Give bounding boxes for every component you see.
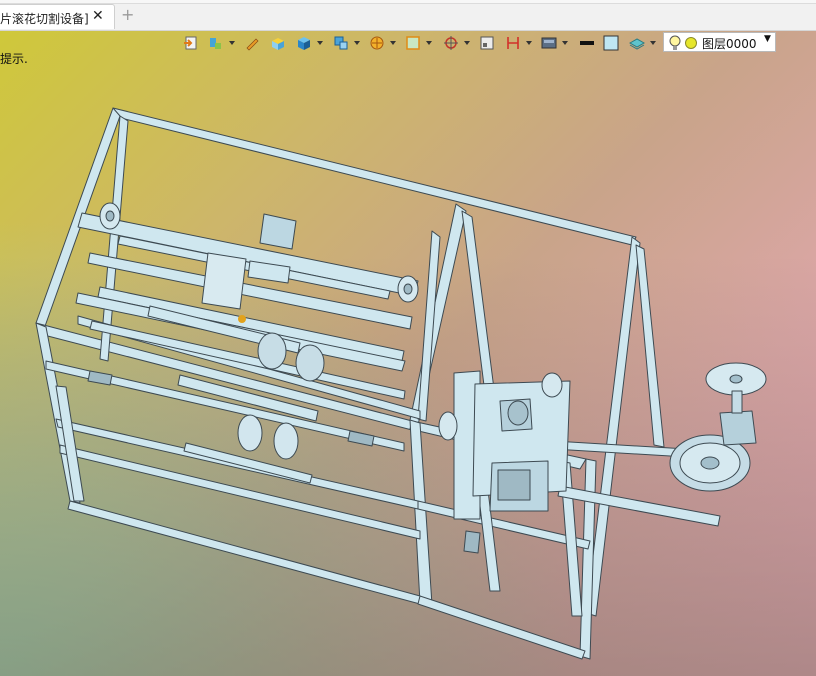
- document-tab-bar: 片滚花切割设备] ✕ +: [0, 0, 816, 31]
- layer-name: 图层0000: [702, 37, 757, 51]
- layer-plane-icon[interactable]: [626, 33, 648, 53]
- handle-marker: [238, 315, 246, 323]
- import-icon[interactable]: [180, 33, 202, 53]
- close-tab-icon[interactable]: ✕: [92, 8, 104, 24]
- dimension-icon[interactable]: [502, 33, 524, 53]
- cube-icon[interactable]: [293, 33, 315, 53]
- tab-title: 片滚花切割设备]: [0, 12, 89, 26]
- box-icon[interactable]: [267, 33, 289, 53]
- chevron-down-icon[interactable]: [650, 41, 656, 45]
- chevron-down-icon[interactable]: [354, 41, 360, 45]
- chevron-down-icon[interactable]: [426, 41, 432, 45]
- chevron-down-icon[interactable]: [317, 41, 323, 45]
- light-box[interactable]: [600, 33, 622, 53]
- black-box[interactable]: [576, 33, 598, 53]
- chevron-down-icon[interactable]: [390, 41, 396, 45]
- paint-icon[interactable]: [204, 33, 226, 53]
- layer-color-dot: [685, 37, 697, 49]
- lightbulb-icon: [669, 35, 681, 50]
- cad-model[interactable]: [0, 31, 816, 676]
- 3d-viewport[interactable]: 提示. 图层0000 ▼: [0, 31, 816, 676]
- layer-select[interactable]: 图层0000 ▼: [663, 32, 776, 52]
- ribbon-edge: [0, 0, 816, 4]
- chevron-down-icon[interactable]: ▼: [764, 34, 771, 44]
- snap-icon[interactable]: [440, 33, 462, 53]
- view-frame-icon[interactable]: [402, 33, 424, 53]
- chevron-down-icon[interactable]: [229, 41, 235, 45]
- display-icon[interactable]: [538, 33, 560, 53]
- status-hint: 提示.: [0, 52, 28, 66]
- new-tab-icon[interactable]: +: [121, 7, 134, 23]
- viewport-icon[interactable]: [476, 33, 498, 53]
- chevron-down-icon[interactable]: [464, 41, 470, 45]
- pen-icon[interactable]: [241, 33, 263, 53]
- chevron-down-icon[interactable]: [526, 41, 532, 45]
- document-tab[interactable]: 片滚花切割设备] ✕: [0, 4, 115, 29]
- cube-stack-icon[interactable]: [330, 33, 352, 53]
- render-icon[interactable]: [366, 33, 388, 53]
- chevron-down-icon[interactable]: [562, 41, 568, 45]
